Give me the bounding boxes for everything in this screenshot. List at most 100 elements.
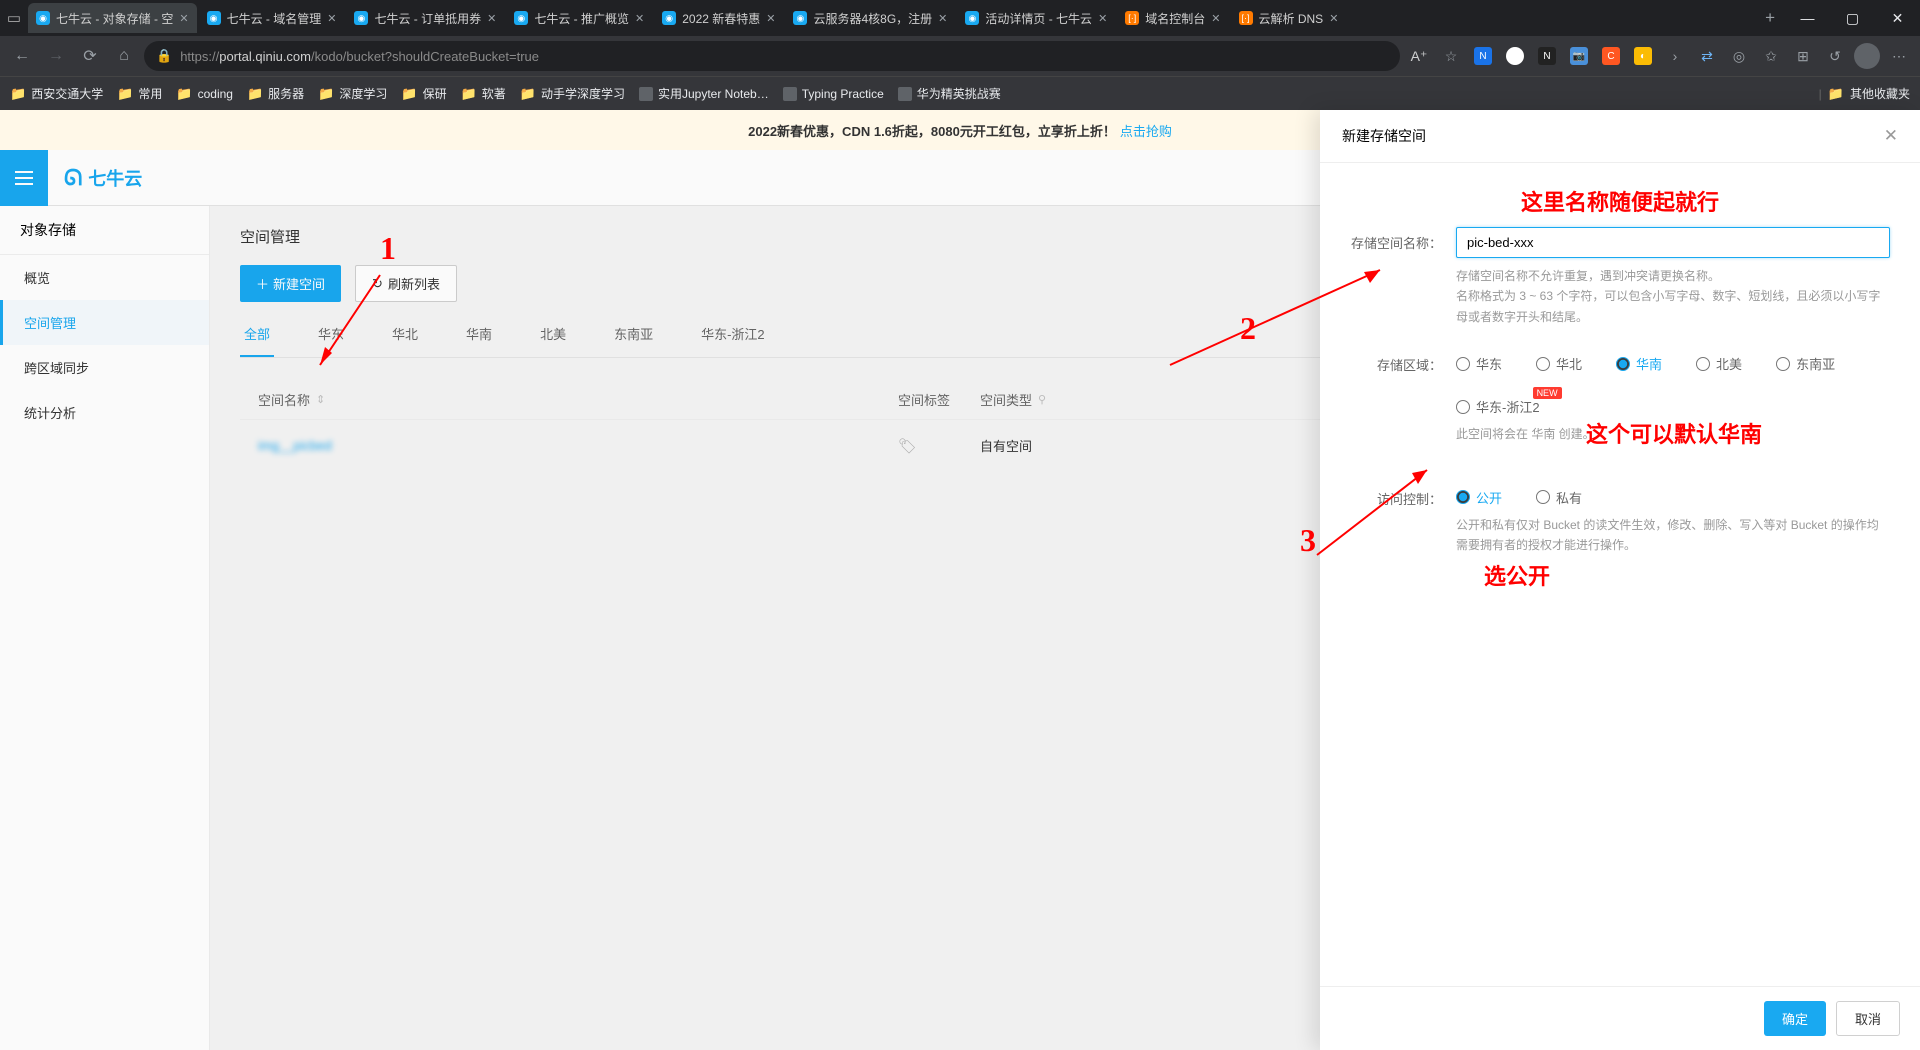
tab-close-icon[interactable]: ✕ — [1211, 12, 1220, 25]
bookmark-item[interactable]: Typing Practice — [783, 87, 884, 101]
bookmark-item[interactable]: 📁服务器 — [247, 85, 304, 102]
home-button[interactable]: ⌂ — [110, 42, 138, 70]
region-radio[interactable]: 华北 — [1536, 354, 1582, 373]
bucket-name-input[interactable] — [1456, 227, 1890, 258]
close-window-button[interactable]: ✕ — [1875, 0, 1920, 36]
tab-close-icon[interactable]: ✕ — [487, 12, 496, 25]
bookmark-item[interactable]: 实用Jupyter Noteb… — [639, 85, 769, 102]
history-icon[interactable]: ↺ — [1822, 43, 1848, 69]
read-aloud-icon[interactable]: A⁺ — [1406, 43, 1432, 69]
favorite-icon[interactable]: ☆ — [1438, 43, 1464, 69]
bookmark-item[interactable]: 华为精英挑战赛 — [898, 85, 1001, 102]
ext-icon-6[interactable]: ◐ — [1630, 43, 1656, 69]
tab-close-icon[interactable]: ✕ — [179, 12, 188, 25]
radio-label: 公开 — [1476, 488, 1502, 507]
bookmark-item[interactable]: 📁 常用 — [117, 85, 162, 102]
tab-favicon: ◉ — [793, 11, 807, 25]
bookmark-item[interactable]: 📁西安交通大学 — [10, 85, 103, 102]
tab-favicon: ◉ — [514, 11, 528, 25]
region-radio[interactable]: 华东 — [1456, 354, 1502, 373]
new-tab-button[interactable]: + — [1755, 8, 1785, 28]
tab-close-icon[interactable]: ✕ — [635, 12, 644, 25]
page: 2022新春优惠，CDN 1.6折起，8080元开工红包，立享折上折！ 点击抢购… — [0, 110, 1920, 1050]
ext-icon-8[interactable]: ◎ — [1726, 43, 1752, 69]
tab-title: 云解析 DNS — [1259, 10, 1324, 27]
bookmarks-bar: 📁西安交通大学📁常用📁coding📁服务器📁深度学习📁保研📁软著📁动手学深度学习… — [0, 76, 1920, 110]
help-name: 存储空间名称不允许重复，遇到冲突请更换名称。 名称格式为 3 ~ 63 个字符，… — [1456, 266, 1890, 327]
cancel-button[interactable]: 取消 — [1836, 1001, 1900, 1036]
browser-tab[interactable]: ◉七牛云 - 订单抵用券✕ — [346, 3, 504, 33]
address-bar[interactable]: 🔒 https://portal.qiniu.com/kodo/bucket?s… — [144, 41, 1400, 71]
tab-favicon: [·] — [1239, 11, 1253, 25]
browser-tab[interactable]: [·] 云解析 DNS ✕ — [1231, 3, 1347, 33]
ext-icon-4[interactable]: 📷 — [1566, 43, 1592, 69]
browser-tab[interactable]: ◉ 云服务器4核8G，注册 ✕ — [785, 3, 955, 33]
bookmark-item[interactable]: 📁深度学习 — [318, 85, 387, 102]
tab-close-icon[interactable]: ✕ — [1098, 12, 1107, 25]
folder-icon: 📁 — [117, 86, 133, 102]
tab-close-icon[interactable]: ✕ — [766, 12, 775, 25]
browser-tab[interactable]: ◉七牛云 - 对象存储 - 空✕ — [28, 3, 197, 33]
forward-button[interactable]: → — [42, 42, 70, 70]
refresh-button[interactable]: ⟳ — [76, 42, 104, 70]
browser-tab[interactable]: ◉ 2022 新春特惠 ✕ — [654, 3, 783, 33]
tab-title: 活动详情页 - 七牛云 — [985, 10, 1092, 27]
region-radio[interactable]: 北美 — [1696, 354, 1742, 373]
url: https://portal.qiniu.com/kodo/bucket?sho… — [180, 49, 539, 64]
annotation-text-3: 选公开 — [1484, 559, 1890, 591]
tab-title: 2022 新春特惠 — [682, 10, 760, 27]
annotation-text-2: 这个可以默认华南 — [1586, 417, 1890, 449]
browser-titlebar: ▭ ◉七牛云 - 对象存储 - 空✕◉七牛云 - 域名管理✕◉七牛云 - 订单抵… — [0, 0, 1920, 36]
tab-close-icon[interactable]: ✕ — [327, 12, 336, 25]
drawer-title: 新建存储空间 — [1342, 126, 1426, 146]
access-radio[interactable]: 公开 — [1456, 488, 1502, 507]
tab-title: 云服务器4核8G，注册 — [813, 10, 932, 27]
tab-close-icon[interactable]: ✕ — [1329, 12, 1338, 25]
bookmark-icon — [783, 87, 797, 101]
bookmark-item[interactable]: 📁软著 — [461, 85, 506, 102]
radio-label: 北美 — [1716, 354, 1742, 373]
new-badge: NEW — [1533, 387, 1562, 399]
bookmark-label: 常用 — [138, 85, 162, 102]
bookmark-item[interactable]: 📁动手学深度学习 — [520, 85, 625, 102]
tab-title: 七牛云 - 域名管理 — [227, 10, 322, 27]
browser-tab[interactable]: ◉活动详情页 - 七牛云✕ — [957, 3, 1115, 33]
ext-icon-7[interactable]: ⇄ — [1694, 43, 1720, 69]
profile-avatar[interactable] — [1854, 43, 1880, 69]
ext-icon-1[interactable]: N — [1470, 43, 1496, 69]
bookmark-item[interactable]: 📁保研 — [401, 85, 446, 102]
close-icon[interactable]: ✕ — [1884, 126, 1898, 146]
bookmark-label: 软著 — [482, 85, 506, 102]
browser-tab[interactable]: ◉七牛云 - 域名管理✕ — [199, 3, 345, 33]
maximize-button[interactable]: ▢ — [1830, 0, 1875, 36]
bookmark-item[interactable]: 📁coding — [176, 86, 233, 102]
tab-overview-icon[interactable]: ▭ — [0, 9, 28, 27]
collections-icon[interactable]: ⊞ — [1790, 43, 1816, 69]
other-bookmarks[interactable]: 其他收藏夹 — [1850, 85, 1910, 102]
region-radio[interactable]: 华东-浙江2NEW — [1456, 397, 1540, 416]
bookmark-label: 华为精英挑战赛 — [917, 85, 1001, 102]
ext-overflow-icon[interactable]: › — [1662, 43, 1688, 69]
banner-link[interactable]: 点击抢购 — [1120, 121, 1172, 140]
region-radio[interactable]: 东南亚 — [1776, 354, 1835, 373]
browser-tab[interactable]: [·]域名控制台✕ — [1117, 3, 1228, 33]
browser-tab[interactable]: ◉七牛云 - 推广概览✕ — [506, 3, 652, 33]
bookmark-icon — [639, 87, 653, 101]
minimize-button[interactable]: — — [1785, 0, 1830, 36]
ext-icon-5[interactable]: C — [1598, 43, 1624, 69]
folder-icon: 📁 — [1828, 86, 1844, 102]
tab-close-icon[interactable]: ✕ — [938, 12, 947, 25]
ext-icon-2[interactable] — [1502, 43, 1528, 69]
bookmark-icon — [898, 87, 912, 101]
region-radio[interactable]: 华南 — [1616, 354, 1662, 373]
confirm-button[interactable]: 确定 — [1764, 1001, 1826, 1036]
access-radio[interactable]: 私有 — [1536, 488, 1582, 507]
tab-favicon: ◉ — [662, 11, 676, 25]
favorites-icon[interactable]: ✩ — [1758, 43, 1784, 69]
label-region: 存储区域： — [1350, 349, 1442, 374]
menu-icon[interactable]: ⋯ — [1886, 43, 1912, 69]
bookmark-label: 服务器 — [268, 85, 304, 102]
back-button[interactable]: ← — [8, 42, 36, 70]
help-access: 公开和私有仅对 Bucket 的读文件生效，修改、删除、写入等对 Bucket … — [1456, 515, 1890, 556]
ext-icon-3[interactable]: N — [1534, 43, 1560, 69]
